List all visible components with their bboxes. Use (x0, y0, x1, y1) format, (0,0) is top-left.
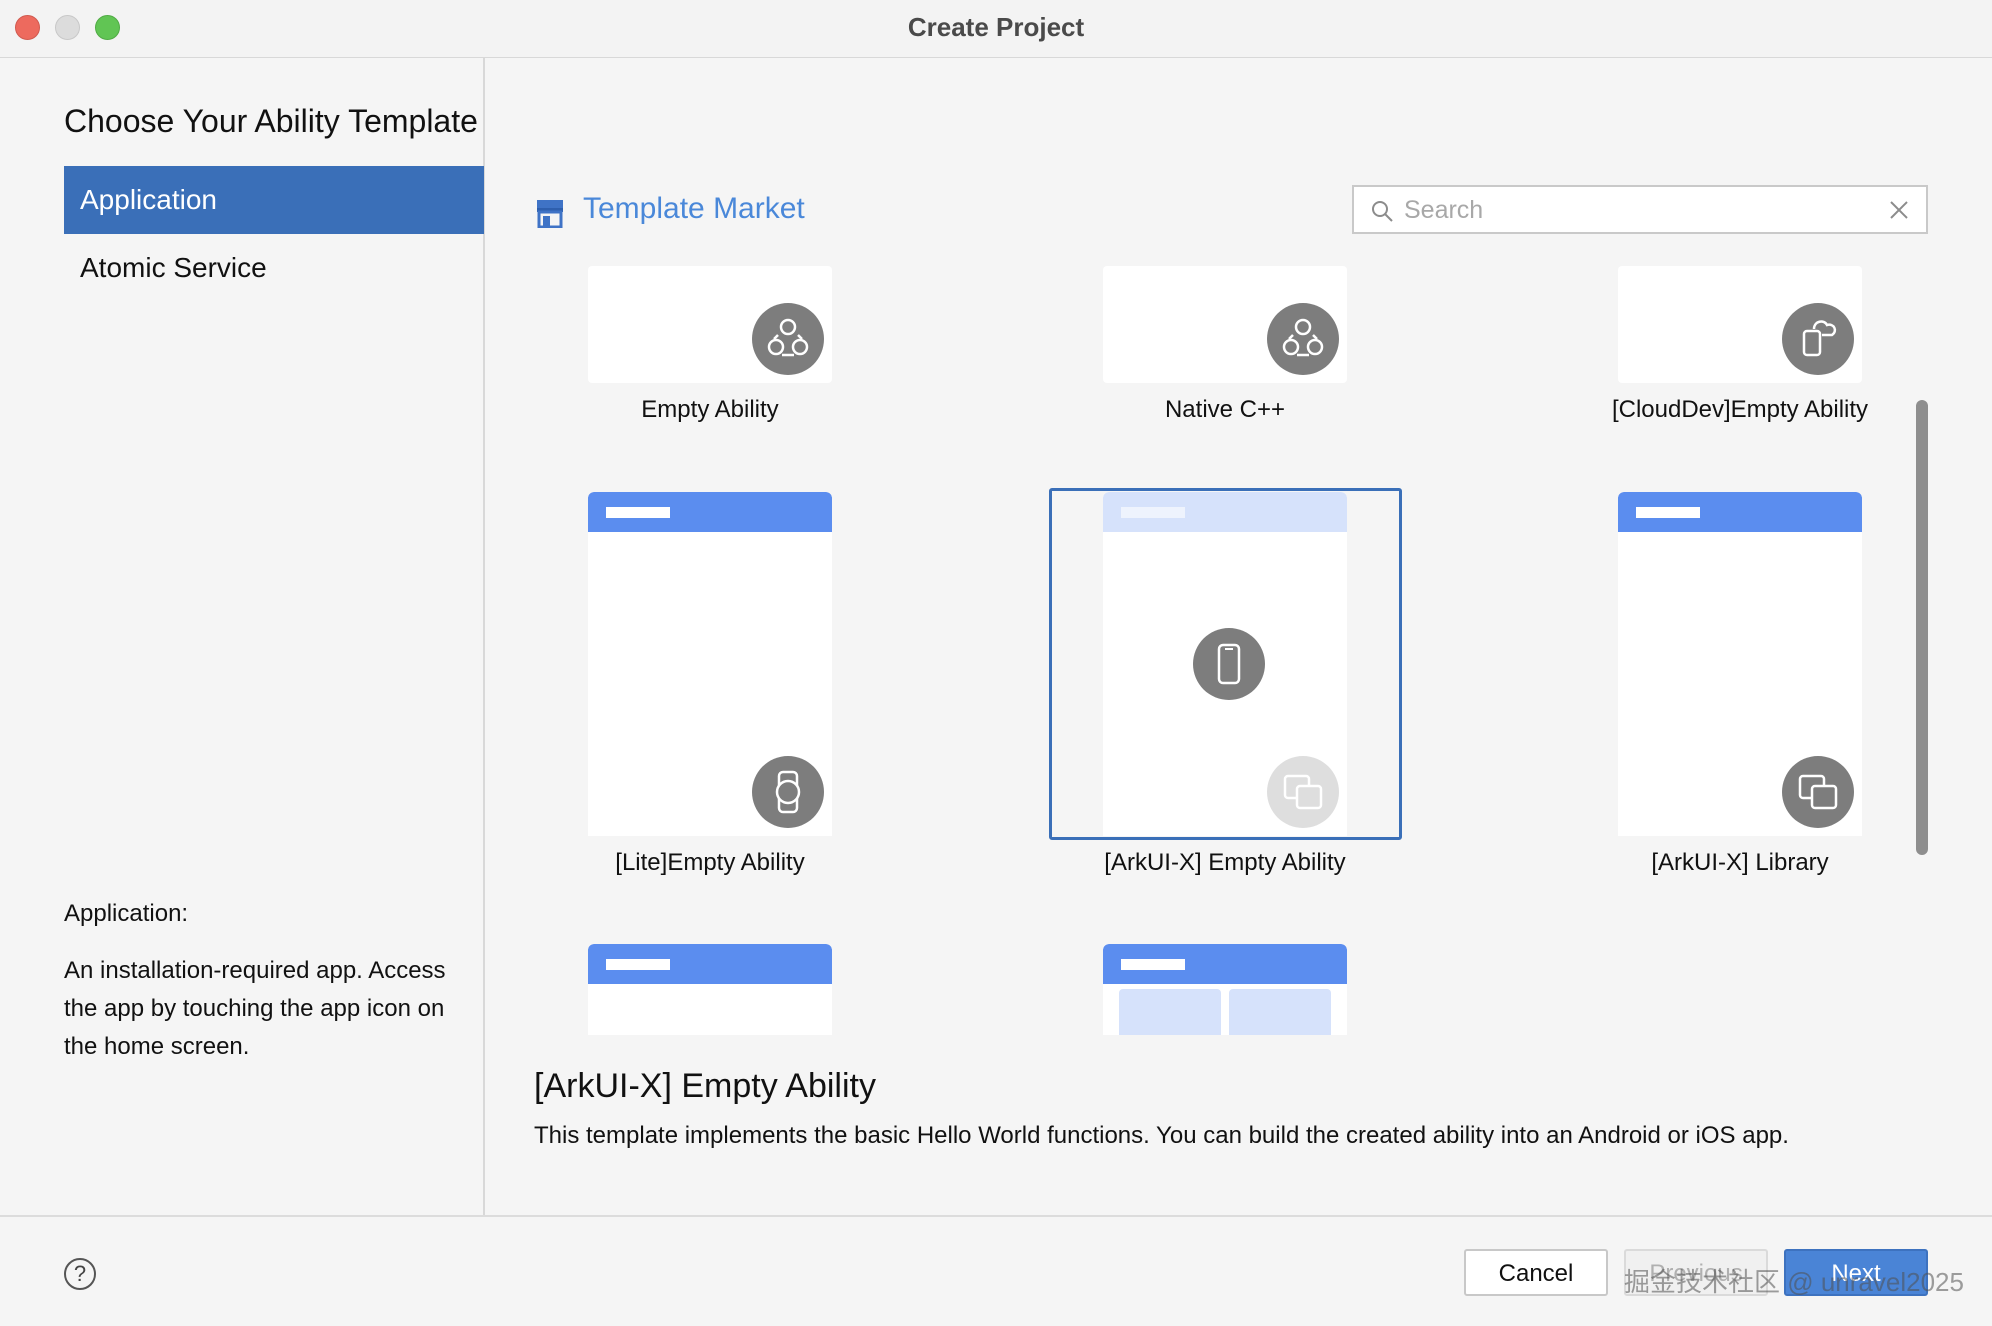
watch-icon (752, 756, 824, 828)
nodes-icon (752, 303, 824, 375)
template-label: [ArkUI-X] Empty Ability (1104, 849, 1346, 876)
multi-device-icon (1782, 756, 1854, 828)
sidebar-item-application[interactable]: Application (64, 166, 484, 234)
template-label: [CloudDev]Empty Ability (1611, 396, 1869, 423)
template-market-link[interactable]: Template Market (583, 192, 805, 226)
title-bar: Create Project (0, 0, 1992, 58)
template-label: [Lite]Empty Ability (615, 849, 805, 876)
template-label: Empty Ability (641, 396, 779, 423)
template-card[interactable] (588, 944, 832, 1035)
multi-device-icon (1267, 756, 1339, 828)
category-description: An installation-required app. Access the… (64, 957, 446, 1060)
template-label: [ArkUI-X] Library (1651, 849, 1829, 876)
category-sidebar: Application Atomic Service Application: … (0, 58, 485, 1216)
template-card-arkui-x-library[interactable]: [ArkUI-X] Library (1618, 492, 1862, 892)
window-title: Create Project (907, 12, 1085, 42)
search-field[interactable] (1352, 185, 1928, 234)
search-icon (1372, 201, 1393, 222)
selected-template-description: This template implements the basic Hello… (534, 1122, 1789, 1149)
cloud-device-icon (1782, 303, 1854, 375)
template-card-arkui-x-empty-ability[interactable]: [ArkUI-X] Empty Ability (1103, 492, 1347, 892)
help-icon[interactable]: ? (64, 1258, 96, 1290)
template-card-empty-ability[interactable]: Empty Ability (588, 266, 832, 426)
template-card[interactable] (1103, 944, 1347, 1035)
footer-divider (0, 1215, 1992, 1217)
template-card-native-cpp[interactable]: Native C++ (1103, 266, 1347, 426)
template-card-clouddev-empty-ability[interactable]: [CloudDev]Empty Ability (1612, 266, 1868, 426)
template-card-lite-empty-ability[interactable]: [Lite]Empty Ability (588, 492, 832, 892)
phone-icon (1193, 628, 1265, 700)
template-label: Native C++ (1164, 396, 1286, 423)
cancel-button[interactable]: Cancel (1464, 1249, 1608, 1296)
nodes-icon (1267, 303, 1339, 375)
store-icon (537, 200, 563, 228)
template-thumbnail (588, 944, 832, 1035)
category-description-title: Application: (64, 900, 189, 927)
watermark: 掘金技术社区 @ unravel2025 (1624, 1267, 1964, 1297)
template-thumbnail (1103, 944, 1347, 1035)
template-grid: Empty Ability Native C++ [CloudDev]Empty… (540, 260, 1910, 1035)
template-grid-scrollbar[interactable] (1916, 400, 1928, 855)
sidebar-item-atomic-service[interactable]: Atomic Service (64, 234, 484, 302)
clear-search-icon[interactable] (1888, 199, 1910, 221)
search-input[interactable] (1404, 193, 1854, 227)
selected-template-title: [ArkUI-X] Empty Ability (534, 1067, 876, 1105)
